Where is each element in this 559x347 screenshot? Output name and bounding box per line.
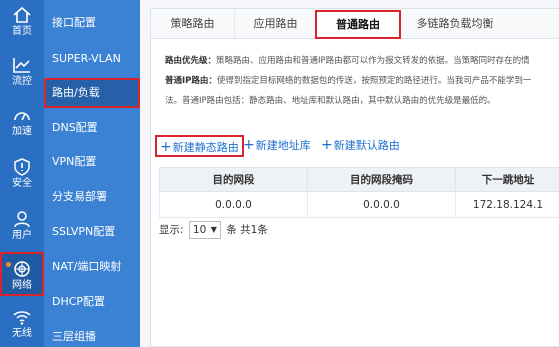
per-page-label: 条 共1条 bbox=[226, 224, 268, 236]
rail-item-home[interactable]: 首页 bbox=[0, 0, 44, 46]
plus-icon: + bbox=[160, 139, 172, 155]
new-static-route-button[interactable]: +新建静态路由 bbox=[155, 135, 244, 157]
rail-item-accelerate[interactable]: 加速 bbox=[0, 100, 44, 146]
desc-line-2-title: 普通IP路由： bbox=[165, 76, 217, 86]
rail-label: 流控 bbox=[12, 76, 32, 87]
submenu-item-nat[interactable]: NAT/端口映射 bbox=[44, 252, 140, 282]
table-cell: 172.18.124.1 bbox=[455, 191, 559, 218]
rail-label: 用户 bbox=[12, 230, 32, 241]
submenu-item-routing[interactable]: 路由/负载 bbox=[44, 78, 140, 108]
submenu-item-interface[interactable]: 接口配置 bbox=[44, 8, 140, 38]
rail-label: 网络 bbox=[12, 280, 32, 291]
route-table: 目的网段 目的网段掩码 下一跳地址 0.0.0.0 0.0.0.0 172.18… bbox=[159, 167, 559, 218]
notification-dot bbox=[6, 262, 11, 267]
content-area: 策略路由 应用路由 普通路由 多链路负载均衡 路由优先级：策略路由、应用路由和普… bbox=[140, 0, 559, 347]
plus-icon: + bbox=[243, 137, 255, 153]
tab-bar: 策略路由 应用路由 普通路由 多链路负载均衡 bbox=[151, 9, 559, 39]
tab-multi-link[interactable]: 多链路负载均衡 bbox=[401, 11, 509, 39]
rail-item-wireless[interactable]: 无线 bbox=[0, 302, 44, 347]
action-bar: +新建静态路由 +新建地址库 +新建默认路由 bbox=[155, 135, 559, 157]
desc-line-2-text: 使得到指定目标网络的数据包的传送，按照预定的路径进行。当我司产品不能学到一 bbox=[216, 76, 532, 86]
plus-icon: + bbox=[321, 137, 333, 153]
pagination: 显示: 10 ▼ 条 共1条 bbox=[159, 221, 268, 241]
desc-line-3: 法。普通IP路由包括：静态路由、地址库和默认路由，其中默认路由的优先级是最低的。 bbox=[165, 96, 496, 106]
submenu-item-multicast[interactable]: 三层组播 bbox=[44, 322, 140, 347]
desc-line-1: 路由优先级：策略路由、应用路由和普通IP路由都可以作为报文转发的依据。当策略同时… bbox=[165, 51, 559, 71]
page-size-select[interactable]: 10 ▼ bbox=[188, 221, 221, 239]
rail-item-network[interactable]: 网络 bbox=[0, 252, 44, 296]
new-address-lib-label: 新建地址库 bbox=[255, 139, 311, 152]
rail-item-security[interactable]: 安全 bbox=[0, 152, 44, 198]
rail-item-flow[interactable]: 流控 bbox=[0, 50, 44, 96]
route-description: 路由优先级：策略路由、应用路由和普通IP路由都可以作为报文转发的依据。当策略同时… bbox=[165, 51, 559, 111]
submenu-item-dhcp[interactable]: DHCP配置 bbox=[44, 287, 140, 317]
new-static-route-label: 新建静态路由 bbox=[172, 141, 239, 154]
tab-normal-route[interactable]: 普通路由 bbox=[315, 10, 401, 39]
rail-label: 首页 bbox=[12, 26, 32, 37]
submenu-item-super-vlan[interactable]: SUPER-VLAN bbox=[44, 44, 140, 74]
new-address-lib-button[interactable]: +新建地址库 bbox=[243, 135, 311, 157]
show-label: 显示: bbox=[159, 224, 184, 236]
submenu-item-sslvpn[interactable]: SSLVPN配置 bbox=[44, 217, 140, 247]
submenu-item-dns[interactable]: DNS配置 bbox=[44, 113, 140, 143]
new-default-route-button[interactable]: +新建默认路由 bbox=[321, 135, 400, 157]
icon-rail: 首页 流控 加速 安全 用户 网络 无线 bbox=[0, 0, 44, 347]
column-header[interactable]: 下一跳地址 bbox=[455, 167, 559, 192]
desc-line-1-text: 策略路由、应用路由和普通IP路由都可以作为报文转发的依据。当策略同时存在的情 bbox=[216, 56, 530, 66]
sub-menu: 接口配置 SUPER-VLAN 路由/负载 DNS配置 VPN配置 分支易部署 … bbox=[44, 0, 140, 347]
column-header[interactable]: 目的网段掩码 bbox=[307, 167, 456, 192]
speedometer-icon bbox=[14, 112, 30, 121]
table-header-row: 目的网段 目的网段掩码 下一跳地址 bbox=[159, 167, 559, 192]
table-cell: 0.0.0.0 bbox=[307, 191, 456, 218]
submenu-item-branch[interactable]: 分支易部署 bbox=[44, 182, 140, 212]
tab-app-route[interactable]: 应用路由 bbox=[235, 11, 317, 39]
table-row[interactable]: 0.0.0.0 0.0.0.0 172.18.124.1 bbox=[159, 191, 559, 218]
chart-icon bbox=[13, 58, 30, 73]
rail-label: 安全 bbox=[12, 178, 32, 189]
wifi-icon bbox=[13, 311, 31, 325]
new-default-route-label: 新建默认路由 bbox=[333, 139, 400, 152]
desc-line-1-title: 路由优先级： bbox=[165, 56, 217, 66]
globe-icon bbox=[14, 261, 30, 277]
page-size-value: 10 bbox=[192, 224, 207, 236]
submenu-item-vpn[interactable]: VPN配置 bbox=[44, 147, 140, 177]
chevron-down-icon: ▼ bbox=[210, 225, 217, 234]
table-cell: 0.0.0.0 bbox=[159, 191, 308, 218]
rail-label: 加速 bbox=[12, 126, 32, 137]
column-header[interactable]: 目的网段 bbox=[159, 167, 308, 192]
tab-policy-route[interactable]: 策略路由 bbox=[151, 11, 235, 39]
home-icon bbox=[13, 6, 31, 23]
user-icon bbox=[14, 211, 30, 228]
shield-icon bbox=[14, 158, 30, 176]
rail-item-user[interactable]: 用户 bbox=[0, 204, 44, 250]
desc-line-2: 普通IP路由：使得到指定目标网络的数据包的传送，按照预定的路径进行。当我司产品不… bbox=[165, 71, 559, 91]
main-panel: 策略路由 应用路由 普通路由 多链路负载均衡 路由优先级：策略路由、应用路由和普… bbox=[150, 8, 559, 347]
rail-label: 无线 bbox=[12, 328, 32, 339]
